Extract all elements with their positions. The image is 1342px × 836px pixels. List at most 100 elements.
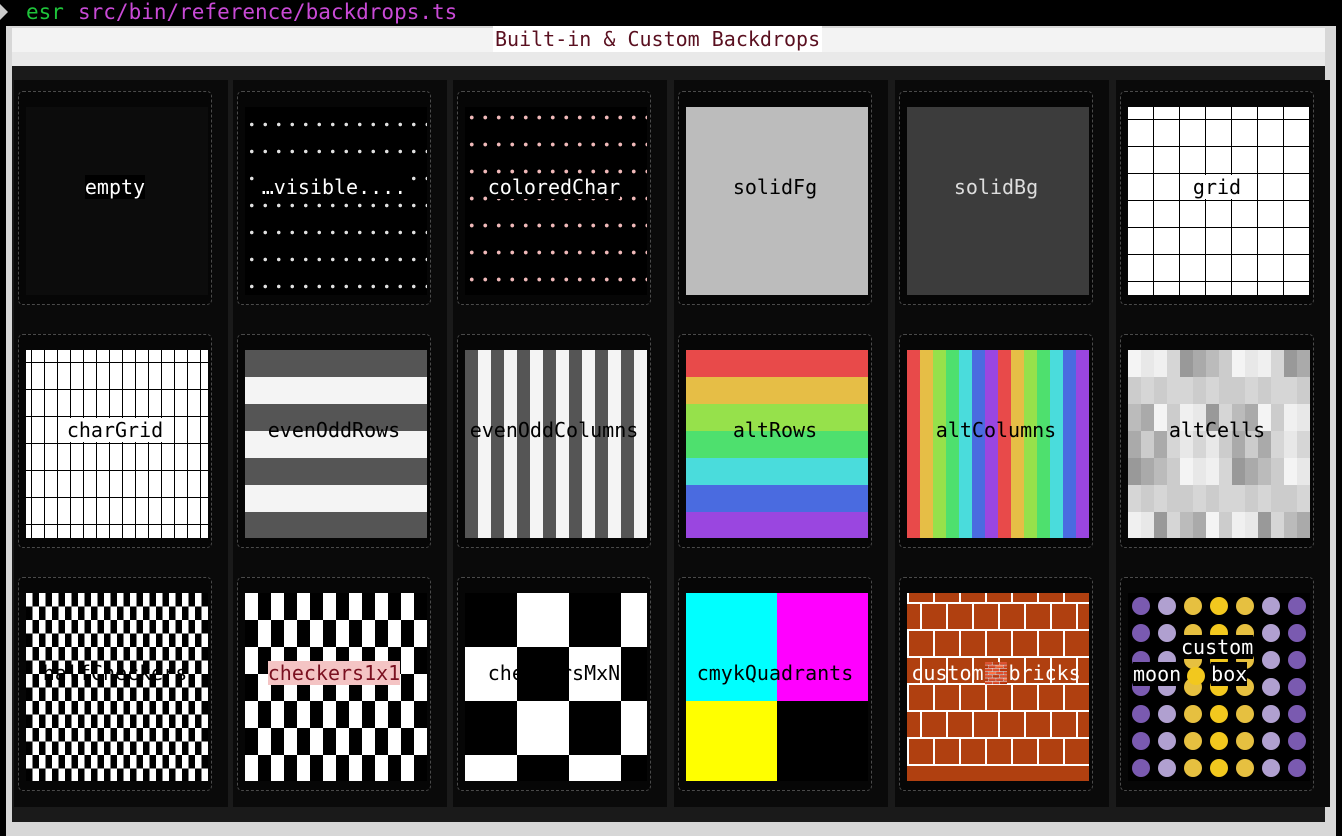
alt-cell (1245, 350, 1258, 377)
moon-icon (1210, 705, 1228, 723)
backdrop-label-row: evenOddRows (238, 418, 430, 442)
alt-cell (1284, 350, 1297, 377)
alt-cell (1297, 350, 1310, 377)
quadrant (686, 701, 777, 781)
backdrop-preview (26, 350, 208, 538)
backdrop-card[interactable]: altCells (1120, 334, 1314, 548)
brick-mortar (972, 604, 974, 631)
brick-mortar (1024, 604, 1026, 631)
brick-mortar (1037, 631, 1039, 658)
brick-mortar (1011, 631, 1013, 658)
alt-cell (1297, 458, 1310, 485)
alt-cell (1271, 485, 1284, 512)
alt-cell (1232, 512, 1245, 538)
alt-cell (1167, 458, 1180, 485)
backdrop-card[interactable]: coloredChar (457, 91, 651, 305)
backdrop-card[interactable]: checkersMxN (457, 577, 651, 791)
backdrop-card[interactable]: custom moon box (1120, 577, 1314, 791)
backdrop-label-row: checkersMxN (458, 661, 650, 685)
brick-mortar (1011, 593, 1013, 604)
brick-mortar (985, 631, 987, 658)
brick-mortar (920, 604, 922, 631)
alt-cell (1232, 458, 1245, 485)
backdrop-card[interactable]: evenOddColumns (457, 334, 651, 548)
backdrop-preview (1128, 350, 1310, 538)
alt-cell (1258, 350, 1271, 377)
backdrop-label-row: grid (1121, 175, 1313, 199)
backdrop-preview (907, 107, 1089, 295)
backdrop-card[interactable]: evenOddRows (237, 334, 431, 548)
backdrop-label: custom (1181, 635, 1254, 659)
brick-mortar (1011, 685, 1013, 712)
backdrop-label-row: custom (1181, 635, 1254, 659)
backdrop-label: altRows (732, 418, 818, 442)
alt-cell (1271, 512, 1284, 538)
brick-mortar (933, 593, 935, 604)
alt-cell (1284, 377, 1297, 404)
backdrop-card[interactable]: …visible.... (237, 91, 431, 305)
brick-mortar (1063, 631, 1065, 658)
alt-cell (1245, 485, 1258, 512)
backdrop-label-row: coloredChar (458, 175, 650, 199)
backdrop-label: moon (1133, 662, 1182, 686)
backdrop-card[interactable]: grid (1120, 91, 1314, 305)
brick-mortar (985, 739, 987, 766)
alt-cell (1141, 458, 1154, 485)
brick-mortar (1037, 593, 1039, 604)
alt-cell (1128, 485, 1141, 512)
alt-cell (1284, 485, 1297, 512)
moon-icon (1132, 732, 1150, 750)
backdrop-label: evenOddColumns (469, 418, 639, 442)
backdrop-card[interactable]: cmykQuadrants (678, 577, 872, 791)
moon-icon (1288, 759, 1306, 777)
alt-cell (1219, 485, 1232, 512)
brick-mortar (998, 604, 1000, 631)
alt-cell (1271, 350, 1284, 377)
backdrop-label-row: …visible.... (238, 175, 430, 199)
alt-cell (1206, 485, 1219, 512)
backdrop-card[interactable]: custom🧱bricks (899, 577, 1093, 791)
moon-icon (1132, 759, 1150, 777)
backdrop-preview (907, 593, 1089, 781)
backdrop-card[interactable]: altColumns (899, 334, 1093, 548)
backdrop-card[interactable]: checkers1x1 (237, 577, 431, 791)
backdrop-label: checkers1x1 (267, 661, 401, 685)
backdrop-preview (26, 107, 208, 295)
alt-cell (1180, 350, 1193, 377)
backdrop-card[interactable]: halfCheckers (18, 577, 212, 791)
brick-mortar (907, 593, 909, 604)
moon-icon (1288, 597, 1306, 615)
alt-cell (1232, 485, 1245, 512)
brick-mortar (959, 739, 961, 766)
alt-cell (1154, 377, 1167, 404)
backdrop-label-row: evenOddColumns (458, 418, 650, 442)
brick-mortar (1037, 739, 1039, 766)
backdrop-card[interactable]: altRows (678, 334, 872, 548)
backdrop-card[interactable]: solidFg (678, 91, 872, 305)
backdrop-label-row: halfCheckers (19, 661, 211, 685)
backdrop-preview (465, 107, 647, 295)
alt-cell (1206, 512, 1219, 538)
backdrop-card[interactable]: charGrid (18, 334, 212, 548)
brick-mortar (907, 739, 909, 766)
alt-cell (1297, 485, 1310, 512)
alt-cell (1193, 485, 1206, 512)
backdrop-label: empty (84, 175, 146, 199)
alt-cell (1193, 350, 1206, 377)
quadrant (777, 701, 868, 781)
moon-icon (1158, 705, 1176, 723)
alt-cell (1258, 458, 1271, 485)
moon-icon (1132, 705, 1150, 723)
alt-cell (1167, 485, 1180, 512)
alt-cell (1180, 485, 1193, 512)
moon-icon (1236, 597, 1254, 615)
alt-cell (1206, 377, 1219, 404)
backdrop-label: altColumns (935, 418, 1057, 442)
backdrop-preview (465, 593, 647, 781)
backdrop-card[interactable]: empty (18, 91, 212, 305)
backdrop-label-row: altRows (679, 418, 871, 442)
backdrop-card[interactable]: solidBg (899, 91, 1093, 305)
moon-icon (1288, 651, 1306, 669)
moon-icon (1184, 732, 1202, 750)
backdrop-label: …visible.... (261, 175, 407, 199)
